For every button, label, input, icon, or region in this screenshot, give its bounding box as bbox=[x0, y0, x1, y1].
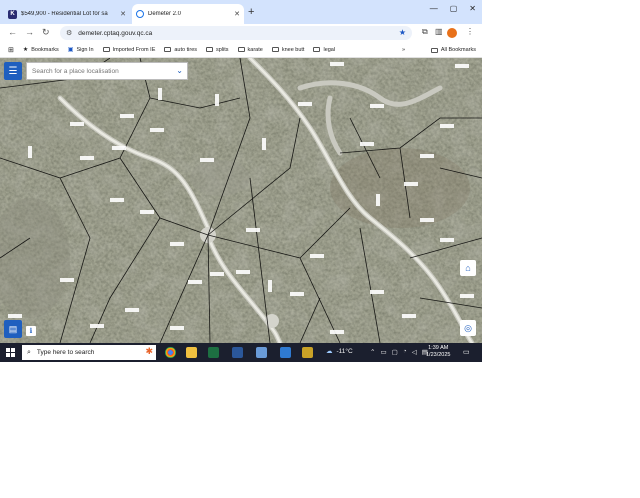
locate-icon[interactable]: ◎ bbox=[460, 320, 476, 336]
bookmark-label: Imported From IE bbox=[112, 46, 156, 53]
taskbar-search-text: Type here to search bbox=[36, 349, 95, 356]
start-button[interactable] bbox=[0, 343, 20, 362]
sign-in-icon: ▣ bbox=[67, 47, 74, 53]
clock-time: 1:39 AM bbox=[428, 345, 449, 351]
monitor-icon[interactable]: ▢ bbox=[392, 348, 398, 356]
bookmarks-bar: ⊞ ★ Bookmarks ▣ Sign In Imported From IE a… bbox=[0, 42, 482, 58]
notification-icon[interactable]: ▭ bbox=[463, 348, 470, 356]
demeter-pin-icon bbox=[136, 10, 144, 18]
minimize-button[interactable]: — bbox=[430, 4, 438, 13]
url-text: demeter.cptaq.gouv.qc.ca bbox=[78, 29, 153, 37]
window-controls: — ▢ ✕ bbox=[430, 4, 476, 13]
reload-icon[interactable]: ↻ bbox=[42, 27, 50, 38]
tab-strip: K $549,900 - Residential Lot for sa ✕ De… bbox=[0, 0, 482, 24]
close-tab-icon[interactable]: ✕ bbox=[234, 10, 240, 18]
bookmark-bookmarks[interactable]: ★ Bookmarks bbox=[22, 46, 59, 54]
bookmark-label: karate bbox=[247, 46, 263, 53]
bookmark-label: auto tires bbox=[174, 46, 197, 53]
forward-icon[interactable]: → bbox=[25, 27, 34, 37]
close-window-button[interactable]: ✕ bbox=[469, 4, 476, 13]
clock-date: 1/23/2025 bbox=[426, 352, 451, 359]
chevron-up-icon[interactable]: ⌃ bbox=[370, 348, 375, 356]
search-icon: ⌕ bbox=[27, 348, 31, 356]
screenshot: K $549,900 - Residential Lot for sa ✕ De… bbox=[0, 0, 482, 362]
excel-app-icon[interactable] bbox=[208, 347, 219, 358]
windows-taskbar: ⌕ Type here to search ✱ ☁ -11°C ⌃ ▭ ▢ ◔ … bbox=[0, 343, 482, 362]
tab-demeter[interactable]: Demeter 2.0 ✕ bbox=[132, 4, 244, 24]
folder-icon bbox=[271, 47, 279, 52]
new-tab-button[interactable]: + bbox=[248, 6, 254, 18]
bookmark-label: legal bbox=[323, 46, 336, 53]
bookmark-label: splits bbox=[216, 46, 229, 53]
network-icon[interactable]: ▭ bbox=[380, 348, 386, 356]
system-tray: ⌃ ▭ ▢ ◔ ◁ ▤ bbox=[370, 348, 428, 356]
search-highlight-icon: ✱ bbox=[145, 346, 153, 356]
bookmark-folder-legal[interactable]: legal bbox=[313, 47, 335, 53]
tab-label: Demeter 2.0 bbox=[148, 11, 182, 17]
bookmark-folder-ie[interactable]: Imported From IE bbox=[102, 46, 156, 53]
bookmark-folder-knee-butt[interactable]: knee butt bbox=[271, 46, 305, 53]
folder-icon bbox=[313, 47, 321, 52]
word-app-icon[interactable] bbox=[232, 347, 243, 358]
place-search-input[interactable] bbox=[32, 67, 172, 75]
address-bar[interactable]: ⚙ demeter.cptaq.gouv.qc.ca ★ bbox=[60, 26, 412, 40]
folder-icon bbox=[206, 47, 213, 52]
chevron-down-icon[interactable]: ⌄ bbox=[176, 66, 183, 75]
apps-icon[interactable]: ⊞ bbox=[8, 46, 14, 54]
home-icon[interactable]: ⌂ bbox=[460, 260, 476, 276]
tab-label: $549,900 - Residential Lot for sa bbox=[21, 11, 108, 17]
bookmark-folder-auto-tires[interactable]: auto tires bbox=[164, 47, 197, 53]
more-bookmarks-icon[interactable]: » bbox=[402, 47, 405, 53]
bookmark-label: Sign In bbox=[76, 46, 94, 53]
bookmark-folder-splits[interactable]: splits bbox=[206, 47, 229, 53]
folder-icon bbox=[237, 47, 245, 52]
wifi-icon[interactable]: ◔ bbox=[403, 348, 407, 356]
weather-widget[interactable]: ☁ -11°C bbox=[326, 347, 353, 356]
layers-icon[interactable]: ▤ bbox=[4, 320, 22, 338]
taskbar-clock[interactable]: 1:39 AM 1/23/2025 bbox=[426, 345, 450, 360]
hamburger-menu-icon[interactable]: ☰ bbox=[4, 62, 22, 80]
satellite-imagery bbox=[0, 58, 482, 343]
close-tab-icon[interactable]: ✕ bbox=[120, 10, 126, 18]
weather-temp: -11°C bbox=[336, 347, 353, 355]
bookmark-folder-karate[interactable]: karate bbox=[237, 46, 263, 53]
photos-app-icon[interactable] bbox=[256, 347, 267, 358]
bookmark-label: Bookmarks bbox=[31, 46, 59, 53]
windows-logo-icon bbox=[5, 348, 15, 357]
info-icon[interactable]: ℹ bbox=[26, 326, 36, 336]
bookmark-label: knee butt bbox=[281, 46, 305, 53]
maximize-button[interactable]: ▢ bbox=[450, 4, 458, 13]
app-icon[interactable] bbox=[302, 347, 313, 358]
folder-icon bbox=[430, 47, 438, 53]
cadastral-satellite-map[interactable]: ☰ ⌄ ⌂ ◎ ▤ ℹ bbox=[0, 58, 482, 343]
star-icon: ★ bbox=[22, 47, 29, 53]
folder-icon bbox=[102, 47, 110, 52]
taskbar-search-box[interactable]: ⌕ Type here to search ✱ bbox=[22, 345, 156, 360]
bookmark-sign-in[interactable]: ▣ Sign In bbox=[67, 46, 94, 54]
site-info-icon[interactable]: ⚙ bbox=[66, 29, 72, 37]
volume-icon[interactable]: ◁ bbox=[412, 348, 417, 356]
place-search-box[interactable]: ⌄ bbox=[26, 62, 188, 80]
extensions-icon[interactable]: ⧉ bbox=[422, 27, 428, 37]
more-menu-icon[interactable]: ⋮ bbox=[466, 27, 474, 36]
folder-icon bbox=[164, 47, 172, 52]
all-bookmarks-label: All Bookmarks bbox=[440, 47, 476, 53]
bookmark-star-icon[interactable]: ★ bbox=[399, 28, 406, 37]
profile-avatar[interactable] bbox=[447, 28, 457, 38]
kijiji-k-icon: K bbox=[8, 9, 17, 19]
all-bookmarks-button[interactable]: All Bookmarks bbox=[430, 47, 476, 53]
chrome-app-icon[interactable] bbox=[165, 347, 176, 358]
tab-listing[interactable]: K $549,900 - Residential Lot for sa ✕ bbox=[4, 4, 130, 24]
browser-toolbar: ← → ↻ ⚙ demeter.cptaq.gouv.qc.ca ★ ⧉ ▥ ⋮ bbox=[0, 24, 482, 42]
side-panel-icon[interactable]: ▥ bbox=[435, 27, 443, 36]
file-explorer-app-icon[interactable] bbox=[186, 347, 197, 358]
weather-cloud-icon: ☁ bbox=[326, 348, 333, 355]
back-icon[interactable]: ← bbox=[8, 27, 17, 37]
mail-app-icon[interactable] bbox=[280, 347, 291, 358]
